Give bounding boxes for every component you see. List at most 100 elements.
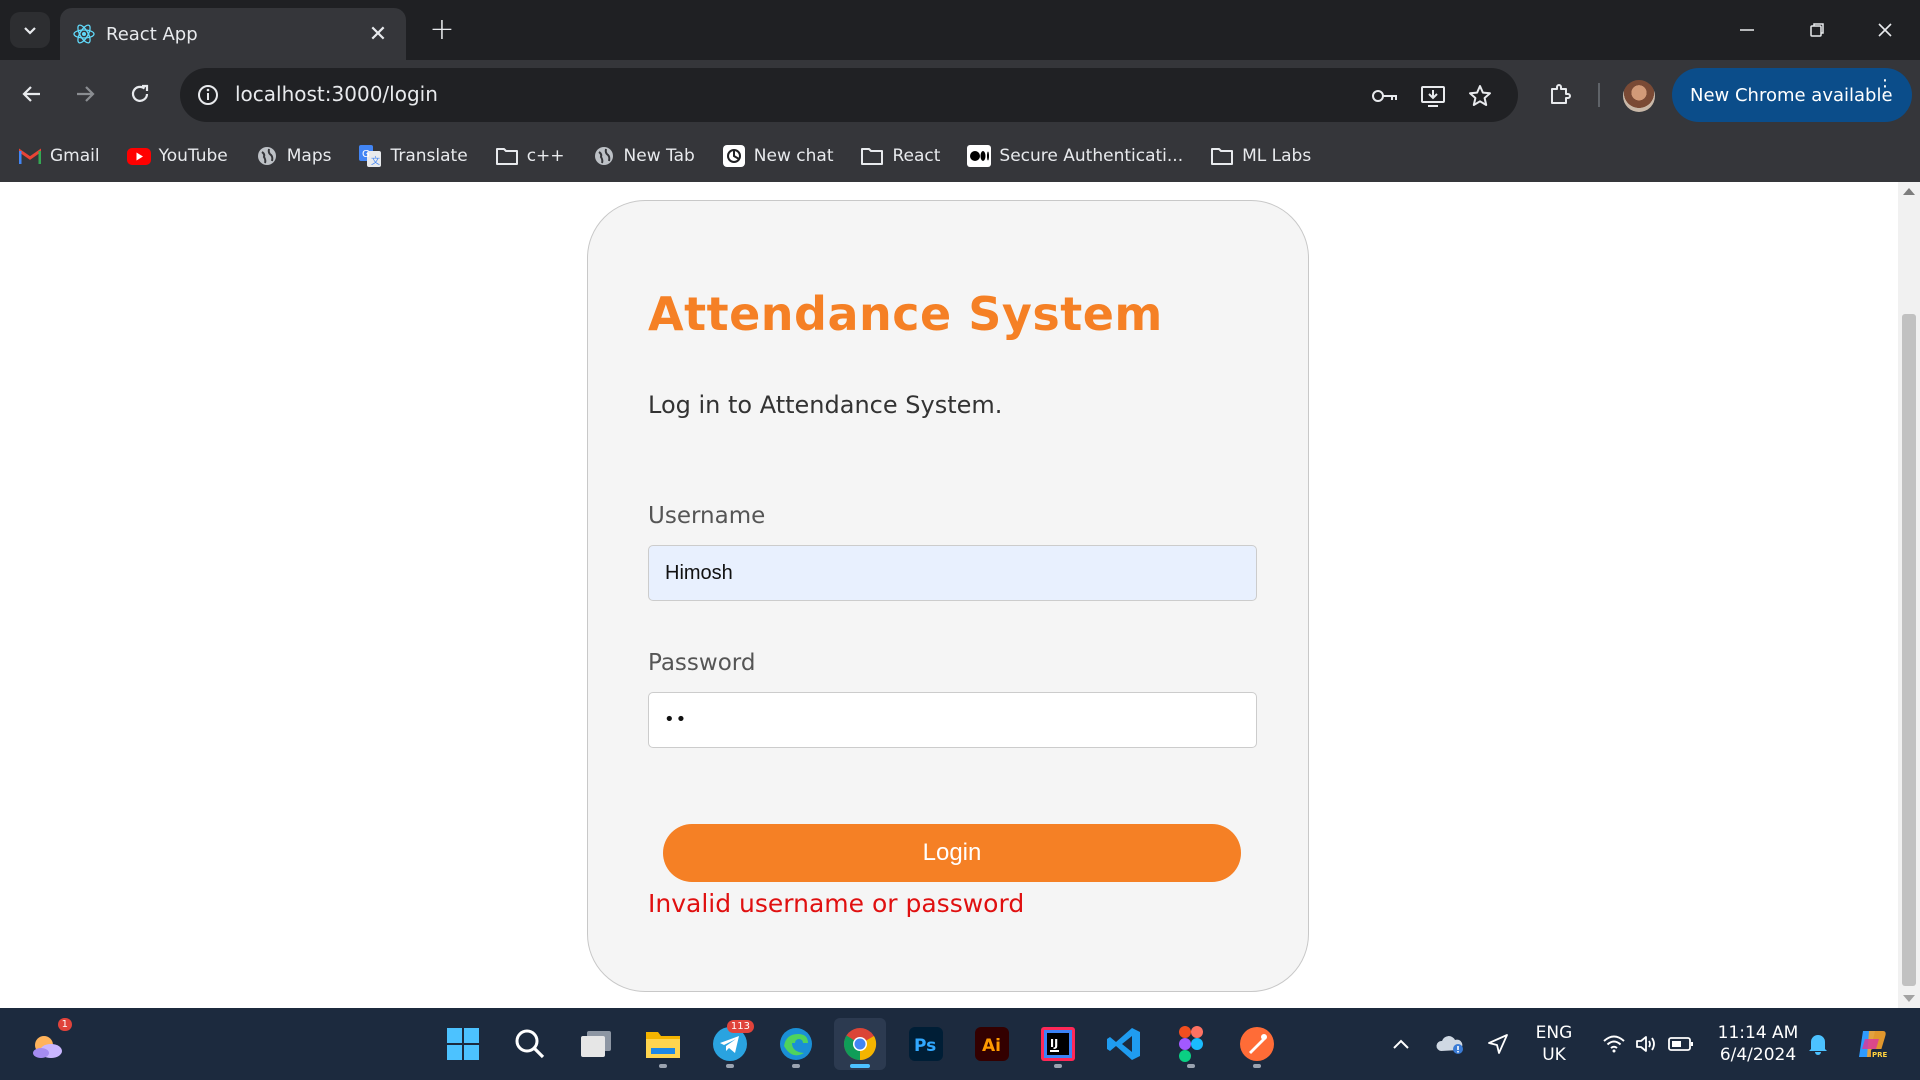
onedrive-tray-button[interactable]	[1432, 1008, 1468, 1080]
location-tray-button[interactable]	[1482, 1008, 1514, 1080]
bookmark-folder-ml-labs[interactable]: ML Labs	[1210, 138, 1311, 174]
bookmarks-bar: Gmail YouTube Maps G文 Translate c++ New …	[0, 134, 1920, 178]
telegram-button[interactable]: 113	[704, 1018, 756, 1070]
arrow-right-icon	[77, 86, 95, 102]
wifi-icon	[1603, 1035, 1625, 1053]
bookmark-new-chat[interactable]: New chat	[722, 138, 833, 174]
minimize-button[interactable]	[1712, 0, 1782, 60]
install-app-icon[interactable]	[1418, 81, 1448, 111]
scroll-down-arrow-icon[interactable]	[1903, 995, 1915, 1002]
profile-avatar[interactable]	[1623, 80, 1655, 112]
openai-icon	[722, 144, 746, 168]
illustrator-icon: Ai	[975, 1027, 1009, 1061]
edge-button[interactable]	[770, 1018, 822, 1070]
copilot-button[interactable]: PRE	[1852, 1008, 1892, 1080]
search-button[interactable]	[504, 1018, 556, 1070]
wifi-tray-button[interactable]	[1596, 1008, 1632, 1080]
chevron-up-icon	[1393, 1039, 1409, 1049]
svg-text:Ai: Ai	[982, 1036, 1001, 1056]
toolbar-divider	[1598, 83, 1600, 107]
bookmark-gmail[interactable]: Gmail	[18, 138, 100, 174]
chevron-down-icon	[24, 27, 36, 35]
vscode-button[interactable]	[1098, 1018, 1150, 1070]
bookmark-star-icon[interactable]	[1465, 81, 1495, 111]
vscode-icon	[1107, 1028, 1140, 1060]
password-label: Password	[648, 650, 756, 676]
browser-tab-active[interactable]: React App ✕	[60, 8, 406, 60]
volume-tray-button[interactable]	[1630, 1008, 1662, 1080]
edge-icon	[780, 1028, 812, 1060]
battery-icon	[1668, 1037, 1693, 1051]
login-button[interactable]: Login	[663, 824, 1241, 882]
page-scrollbar[interactable]	[1898, 182, 1920, 1008]
browser-toolbar: localhost:3000/login New Chrome availabl…	[0, 60, 1920, 188]
tab-search-button[interactable]	[10, 12, 50, 48]
photoshop-button[interactable]: Ps	[900, 1018, 952, 1070]
reload-button[interactable]	[120, 74, 160, 114]
battery-tray-button[interactable]	[1664, 1008, 1698, 1080]
chrome-button[interactable]	[834, 1018, 886, 1070]
globe-icon	[592, 144, 616, 168]
widgets-badge: 1	[57, 1018, 72, 1031]
start-button[interactable]	[437, 1018, 489, 1070]
bell-icon	[1809, 1035, 1827, 1055]
widgets-button[interactable]: 1	[22, 1018, 74, 1070]
new-tab-button[interactable]: +	[424, 12, 460, 48]
onedrive-icon	[1436, 1036, 1463, 1054]
new-chrome-available-button[interactable]: New Chrome available ⋮	[1672, 68, 1912, 122]
language-switcher[interactable]: ENG UK	[1526, 1008, 1582, 1080]
scroll-thumb[interactable]	[1902, 314, 1916, 986]
username-input[interactable]	[648, 545, 1257, 601]
page-subtitle: Log in to Attendance System.	[648, 391, 1003, 419]
globe-icon	[255, 144, 279, 168]
restore-button[interactable]	[1782, 0, 1852, 60]
forward-button[interactable]	[65, 74, 105, 114]
figma-button[interactable]	[1165, 1018, 1217, 1070]
restore-icon	[1810, 23, 1824, 37]
clock-time: 11:14 AM	[1717, 1023, 1799, 1043]
location-arrow-icon	[1488, 1034, 1508, 1054]
bookmark-translate[interactable]: G文 Translate	[358, 138, 468, 174]
search-icon	[515, 1029, 545, 1059]
page-title: Attendance System	[648, 287, 1163, 341]
show-hidden-icons-button[interactable]	[1386, 1008, 1416, 1080]
bookmark-maps[interactable]: Maps	[255, 138, 331, 174]
illustrator-button[interactable]: Ai	[966, 1018, 1018, 1070]
translate-icon: G文	[358, 144, 382, 168]
language-code: ENG	[1535, 1023, 1573, 1043]
bookmark-new-tab[interactable]: New Tab	[592, 138, 695, 174]
reload-icon	[131, 84, 149, 102]
svg-text:Ps: Ps	[914, 1036, 936, 1056]
password-input[interactable]	[648, 692, 1257, 748]
svg-text:IJ: IJ	[1050, 1037, 1058, 1050]
username-label: Username	[648, 503, 766, 529]
error-message: Invalid username or password	[648, 889, 1025, 918]
intellij-button[interactable]: IJ	[1032, 1018, 1084, 1070]
bookmark-youtube[interactable]: YouTube	[126, 138, 228, 174]
back-button[interactable]	[12, 74, 52, 114]
postman-button[interactable]	[1231, 1018, 1283, 1070]
notifications-button[interactable]	[1806, 1008, 1830, 1080]
photoshop-icon: Ps	[909, 1027, 943, 1061]
scroll-up-arrow-icon[interactable]	[1903, 188, 1915, 195]
bookmark-secure-authentication[interactable]: Secure Authenticati...	[967, 138, 1183, 174]
youtube-icon	[126, 144, 151, 168]
password-key-icon[interactable]	[1370, 81, 1400, 111]
bookmark-folder-cpp[interactable]: c++	[495, 138, 565, 174]
task-view-button[interactable]	[570, 1018, 622, 1070]
folder-icon	[1210, 144, 1234, 168]
clock[interactable]: 11:14 AM 6/4/2024	[1712, 1008, 1804, 1080]
file-explorer-button[interactable]	[637, 1018, 689, 1070]
site-info-icon[interactable]	[194, 81, 222, 109]
bookmark-folder-react[interactable]: React	[860, 138, 940, 174]
tab-close-icon[interactable]: ✕	[364, 22, 392, 47]
telegram-badge: 113	[726, 1020, 754, 1033]
clock-date: 6/4/2024	[1719, 1045, 1797, 1065]
language-region: UK	[1542, 1045, 1566, 1065]
chrome-icon	[844, 1028, 877, 1061]
close-window-button[interactable]	[1850, 0, 1920, 60]
figma-icon	[1179, 1026, 1203, 1062]
more-menu-icon[interactable]: ⋮	[1876, 78, 1894, 96]
extensions-button[interactable]	[1540, 74, 1580, 114]
address-bar[interactable]: localhost:3000/login	[180, 68, 1518, 122]
